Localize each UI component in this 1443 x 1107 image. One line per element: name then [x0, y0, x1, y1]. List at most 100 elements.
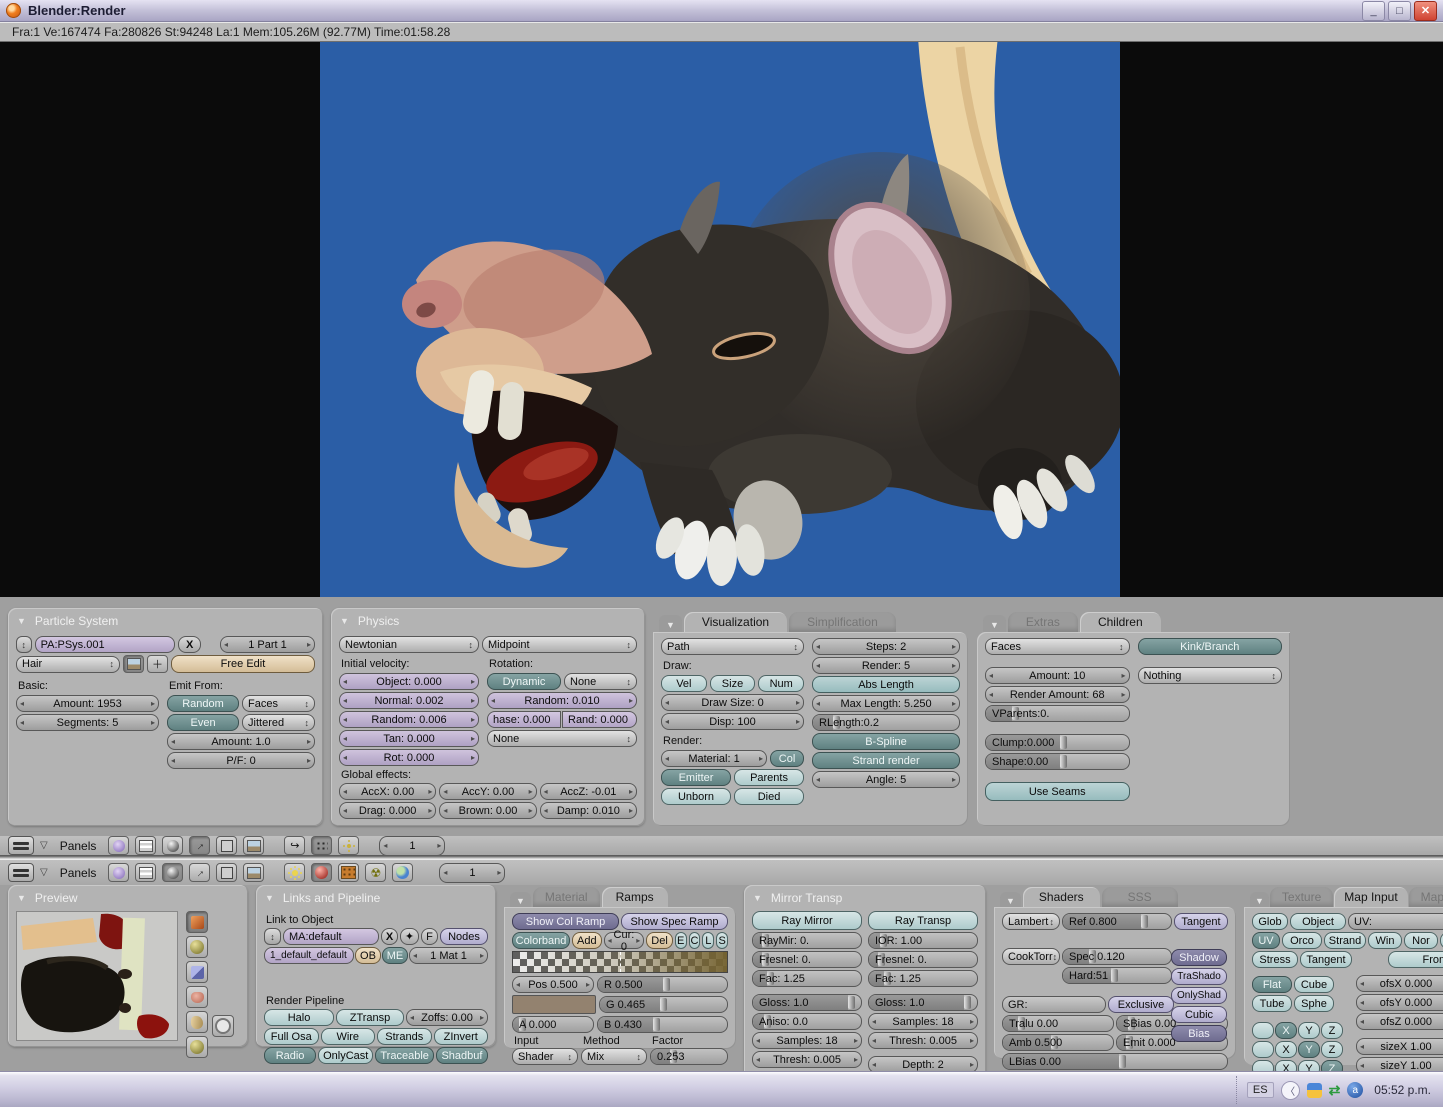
tralu-slider[interactable]: Tralu 0.00 [1002, 1015, 1114, 1032]
current-stop-field[interactable]: Cur: 0 [603, 929, 645, 953]
glob-toggle[interactable]: Glob [1252, 913, 1288, 930]
window-type-button[interactable] [8, 836, 34, 855]
nodes-button[interactable]: Nodes [440, 928, 488, 945]
taskbar[interactable]: ES 〈 ⇄ a 05:52 p.m. [0, 1071, 1443, 1107]
mirror-thresh-field[interactable]: Thresh: 0.005 [752, 1051, 862, 1068]
orco-toggle[interactable]: Orco [1282, 932, 1322, 949]
collapse-icon[interactable]: ▼ [1250, 892, 1269, 907]
draw-size-field[interactable]: Draw Size: 0 [661, 694, 805, 711]
transp-depth-field[interactable]: Depth: 2 [868, 1056, 978, 1071]
colorband-gradient[interactable] [512, 951, 728, 973]
nor-toggle[interactable]: Nor [1404, 932, 1438, 949]
halo-toggle[interactable]: Halo [264, 1009, 334, 1026]
diffuse-shader-dropdown[interactable]: Lambert [1002, 913, 1060, 930]
onlycast-toggle[interactable]: OnlyCast [318, 1047, 374, 1064]
axis-blank-button[interactable] [1252, 1060, 1274, 1071]
ramp-factor-slider[interactable]: 0.253 [650, 1048, 728, 1065]
tan-velocity-field[interactable]: Tan: 0.000 [339, 730, 479, 747]
add-stop-button[interactable]: Add [572, 932, 602, 949]
segments-field[interactable]: Segments: 5 [16, 714, 160, 731]
shape-slider[interactable]: Shape:0.00 [985, 753, 1130, 770]
maximize-button[interactable]: □ [1388, 0, 1411, 21]
distribution-dropdown[interactable]: Jittered [242, 714, 315, 731]
interp-l-button[interactable]: L [702, 932, 715, 949]
uv-name-field[interactable]: UV: [1348, 913, 1443, 930]
object-icon[interactable]: → [189, 863, 211, 882]
col-toggle[interactable]: Col [770, 750, 805, 767]
color-swatch[interactable] [512, 995, 596, 1014]
tray-antivirus-icon[interactable]: a [1347, 1082, 1364, 1098]
emitter-toggle[interactable]: Emitter [661, 769, 732, 786]
ramp-input-dropdown[interactable]: Shader [512, 1048, 578, 1065]
panels-menu[interactable]: Panels [60, 866, 97, 880]
axis-z-button[interactable]: Z [1321, 1041, 1343, 1058]
integrator-dropdown[interactable]: Midpoint [482, 636, 637, 653]
tube-toggle[interactable]: Tube [1252, 995, 1292, 1012]
traceable-toggle[interactable]: Traceable [375, 1047, 434, 1064]
tab-simplification[interactable]: Simplification [789, 612, 896, 632]
tab-sss[interactable]: SSS [1101, 887, 1178, 907]
from-dupli-toggle[interactable]: From Dup [1388, 951, 1443, 968]
lbias-slider[interactable]: LBias 0.00 [1002, 1053, 1228, 1070]
object-toggle[interactable]: Object [1290, 913, 1346, 930]
transp-thresh-field[interactable]: Thresh: 0.005 [868, 1032, 978, 1049]
preview-toggle-icon[interactable] [123, 655, 144, 673]
red-slider[interactable]: R 0.500 [597, 976, 728, 993]
strand-render-toggle[interactable]: Strand render [812, 752, 960, 769]
script-icon[interactable] [135, 836, 157, 855]
material-buttons-icon[interactable] [311, 863, 333, 882]
angular-velocity-dropdown[interactable]: None [487, 730, 637, 747]
scene-icon[interactable] [243, 863, 265, 882]
interp-e-button[interactable]: E [674, 932, 687, 949]
died-toggle[interactable]: Died [734, 788, 805, 805]
tab-ramps[interactable]: Ramps [601, 887, 668, 907]
tray-cube-icon[interactable] [1306, 1082, 1322, 1098]
crosshair-icon[interactable]: ＋ [147, 655, 168, 673]
ior-slider[interactable]: IOR: 1.00 [868, 932, 978, 949]
accy-field[interactable]: AccY: 0.00 [439, 783, 537, 800]
emit-from-dropdown[interactable]: Faces [242, 695, 315, 712]
axis-z-button[interactable]: Z [1321, 1022, 1343, 1039]
amb-slider[interactable]: Amb 0.500 [1002, 1034, 1114, 1051]
tab-shaders[interactable]: Shaders [1022, 887, 1100, 907]
shadbuf-toggle[interactable]: Shadbuf [435, 1047, 489, 1064]
angle-field[interactable]: Angle: 5 [812, 771, 960, 788]
blue-slider[interactable]: B 0.430 [597, 1016, 728, 1033]
strands-toggle[interactable]: Strands [377, 1028, 432, 1045]
radio-toggle[interactable]: Radio [264, 1047, 317, 1064]
flat-toggle[interactable]: Flat [1252, 976, 1292, 993]
interp-c-button[interactable]: C [688, 932, 701, 949]
tangent-toggle[interactable]: Tangent [1174, 913, 1228, 930]
part-number-field[interactable]: 1 Part 1 [219, 636, 315, 653]
sizey-field[interactable]: sizeY 1.00 [1356, 1057, 1443, 1071]
rotation-mode-dropdown[interactable]: None [564, 673, 637, 690]
delete-psys-button[interactable]: X [178, 636, 201, 653]
collapse-icon[interactable]: ▼ [17, 616, 26, 626]
hard-slider[interactable]: Hard:51 [1062, 967, 1172, 984]
collapse-icon[interactable]: ▼ [17, 893, 26, 903]
particle-icon[interactable] [311, 836, 333, 855]
delete-stop-button[interactable]: Del [646, 932, 673, 949]
tab-material[interactable]: Material [532, 887, 600, 907]
size-toggle[interactable]: Size [709, 675, 756, 692]
render-amount-field[interactable]: Render Amount: 68 [985, 686, 1130, 703]
shadow-toggle[interactable]: Shadow [1171, 949, 1227, 966]
window-type-button[interactable] [8, 863, 34, 882]
brown-field[interactable]: Brown: 0.00 [439, 802, 537, 819]
exclusive-toggle[interactable]: Exclusive [1108, 996, 1174, 1013]
uv-toggle[interactable]: UV [1252, 932, 1280, 949]
phase-field[interactable]: hase: 0.000 [487, 711, 561, 728]
frame-number-field[interactable]: 1 [379, 836, 446, 855]
preview-hair-icon[interactable] [186, 1011, 208, 1033]
children-from-dropdown[interactable]: Faces [985, 638, 1130, 655]
accx-field[interactable]: AccX: 0.00 [339, 783, 437, 800]
kink-dropdown[interactable]: Nothing [1137, 667, 1282, 684]
emit-amount-field[interactable]: Amount: 1.0 [167, 733, 315, 750]
collapse-icon[interactable]: ▼ [659, 615, 682, 632]
scene-icon[interactable] [243, 836, 265, 855]
tab-visualization[interactable]: Visualization [683, 612, 788, 632]
raymir-slider[interactable]: RayMir: 0. [752, 932, 862, 949]
material-name-field[interactable]: MA:default [283, 928, 379, 945]
fac-mirror-slider[interactable]: Fac: 1.25 [752, 970, 862, 987]
visualization-type-dropdown[interactable]: Path [661, 638, 805, 655]
